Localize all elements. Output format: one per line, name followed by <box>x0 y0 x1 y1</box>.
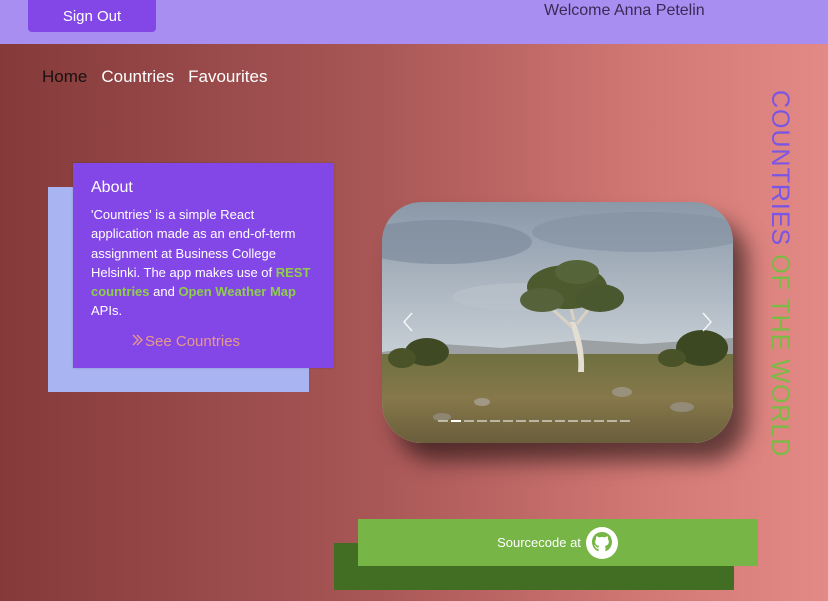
carousel-indicator[interactable] <box>568 420 578 422</box>
carousel-indicator[interactable] <box>477 420 487 422</box>
vertical-title-part2: OF THE WORLD <box>766 254 794 458</box>
chevron-left-icon <box>402 312 413 332</box>
top-bar: Sign Out Welcome Anna Petelin <box>0 0 828 44</box>
github-icon <box>585 526 618 559</box>
carousel-indicator[interactable] <box>529 420 539 422</box>
about-card: About 'Countries' is a simple React appl… <box>73 163 334 368</box>
about-text-part: and <box>149 284 179 300</box>
vertical-title-part1: COUNTRIES <box>766 90 794 255</box>
image-carousel <box>382 202 733 443</box>
chevron-right-icon <box>702 312 713 332</box>
carousel-indicator[interactable] <box>581 420 591 422</box>
see-countries-label: See Countries <box>145 332 241 350</box>
carousel-indicator[interactable] <box>516 420 526 422</box>
double-chevron-right-icon <box>132 334 143 346</box>
sign-out-button[interactable]: Sign Out <box>28 0 156 32</box>
welcome-text: Welcome Anna Petelin <box>544 2 705 19</box>
landscape-image <box>382 202 733 443</box>
sourcecode-button[interactable]: Sourcecode at <box>358 519 758 566</box>
carousel-next-button[interactable] <box>695 307 719 337</box>
carousel-indicator[interactable] <box>438 420 448 422</box>
about-text: 'Countries' is a simple React applicatio… <box>91 205 316 321</box>
carousel-indicator[interactable] <box>464 420 474 422</box>
about-title: About <box>91 179 133 196</box>
nav-home[interactable]: Home <box>42 67 87 87</box>
carousel-indicator[interactable] <box>607 420 617 422</box>
carousel-indicator[interactable] <box>451 420 461 422</box>
carousel-indicator[interactable] <box>620 420 630 422</box>
carousel-indicator[interactable] <box>490 420 500 422</box>
carousel-indicator[interactable] <box>503 420 513 422</box>
about-text-part: 'Countries' is a simple React applicatio… <box>91 207 296 280</box>
see-countries-link[interactable]: See Countries <box>131 333 316 350</box>
carousel-indicator[interactable] <box>542 420 552 422</box>
nav-favourites[interactable]: Favourites <box>188 67 267 87</box>
about-text-part: APIs. <box>91 303 123 319</box>
open-weather-map-link[interactable]: Open Weather Map <box>178 284 296 299</box>
vertical-title: COUNTRIES OF THE WORLD <box>765 90 794 457</box>
nav-countries[interactable]: Countries <box>101 67 174 87</box>
sourcecode-label: Sourcecode at <box>497 535 581 550</box>
carousel-indicator[interactable] <box>594 420 604 422</box>
carousel-indicator[interactable] <box>555 420 565 422</box>
carousel-indicators <box>438 420 630 422</box>
main-nav: Home Countries Favourites <box>42 67 268 87</box>
carousel-prev-button[interactable] <box>396 307 420 337</box>
